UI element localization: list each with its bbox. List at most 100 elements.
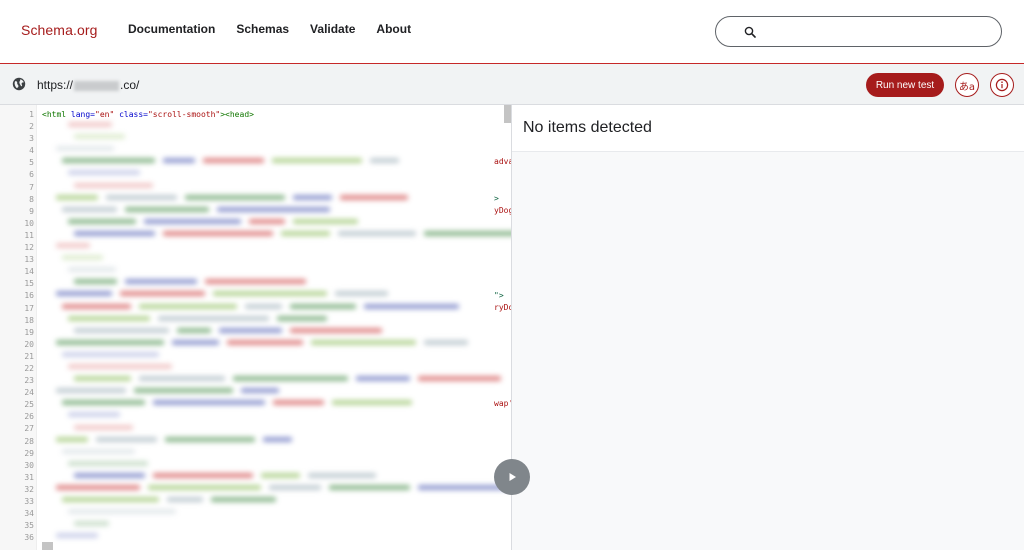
line-number: 36 — [24, 533, 34, 543]
blurred-code-segment — [335, 291, 388, 297]
blurred-code-segment — [227, 339, 303, 345]
run-new-test-button[interactable]: Run new test — [866, 73, 944, 97]
blurred-code-segment — [213, 291, 327, 297]
blurred-code-segment — [424, 339, 468, 345]
search-input[interactable] — [766, 22, 990, 44]
blurred-code-segment — [219, 327, 282, 333]
blurred-code-segment — [56, 146, 114, 152]
blurred-code-segment — [62, 400, 145, 406]
line-number: 1 — [29, 110, 34, 119]
search-icon — [744, 26, 756, 38]
blurred-code-segment — [56, 533, 98, 539]
line-number: 5 — [29, 158, 34, 168]
blurred-code-segment — [211, 497, 276, 503]
blurred-code-segment — [74, 472, 145, 478]
line-number: 12 — [24, 243, 34, 253]
blurred-code-segment — [74, 230, 155, 236]
schema-org-logo[interactable]: Schema.org — [21, 22, 97, 38]
blurred-code-segment — [217, 206, 330, 212]
blurred-code-segment — [290, 303, 356, 309]
vertical-scrollbar[interactable] — [504, 105, 511, 123]
line-number: 27 — [24, 424, 34, 434]
blurred-code-segment — [338, 230, 416, 236]
nav-about[interactable]: About — [376, 22, 411, 36]
blurred-code-segment — [68, 218, 136, 224]
line-number: 19 — [24, 327, 34, 337]
nav-documentation[interactable]: Documentation — [128, 22, 215, 36]
line-number: 8 — [29, 194, 34, 204]
blurred-code-segment — [153, 400, 265, 406]
main-nav: Documentation Schemas Validate About — [128, 22, 411, 36]
url-suffix: .co/ — [120, 78, 140, 92]
blurred-code-segment — [139, 376, 225, 382]
blurred-code-segment — [153, 472, 253, 478]
url-bar: https:// .co/ Run new test あa — [0, 64, 1024, 105]
nav-schemas[interactable]: Schemas — [236, 22, 289, 36]
blurred-code-segment — [364, 303, 459, 309]
blurred-code-segment — [424, 230, 511, 236]
run-code-button[interactable] — [494, 459, 530, 495]
blurred-code-segment — [293, 194, 332, 200]
line-number: 34 — [24, 509, 34, 519]
blurred-code-segment — [418, 376, 501, 382]
blurred-code-segment — [139, 303, 237, 309]
blurred-code-segment — [293, 218, 358, 224]
redacted-domain — [74, 80, 120, 91]
nav-validate[interactable]: Validate — [310, 22, 355, 36]
line-number: 18 — [24, 315, 34, 325]
line-number: 31 — [24, 472, 34, 482]
info-button[interactable] — [990, 73, 1014, 97]
blurred-code-segment — [281, 230, 330, 236]
search-box[interactable] — [715, 16, 1002, 47]
blurred-code-segment — [56, 436, 88, 442]
blurred-code-segment — [329, 485, 410, 490]
code-edge-fragment: > — [494, 193, 499, 203]
blurred-code-segment — [205, 279, 306, 285]
line-number: 3 — [29, 134, 34, 144]
results-header: No items detected — [512, 105, 1024, 152]
results-title: No items detected — [523, 119, 652, 136]
blurred-code-segment — [233, 376, 348, 382]
blurred-code-segment — [158, 315, 269, 321]
blurred-code-segment — [167, 497, 203, 503]
blurred-code-segment — [62, 303, 131, 309]
line-number: 23 — [24, 376, 34, 386]
blurred-code-segment — [148, 485, 261, 490]
blurred-code-segment — [125, 279, 197, 285]
code-edge-fragment: "> — [494, 290, 504, 300]
blurred-code-segment — [74, 424, 133, 430]
blurred-code-segment — [68, 170, 140, 176]
blurred-code-segment — [163, 158, 195, 164]
code-edge-fragment: yDog — [494, 205, 512, 215]
blurred-code-segment — [74, 182, 153, 188]
line-number: 16 — [24, 291, 34, 301]
blurred-code-segment — [120, 291, 205, 297]
line-number-gutter: 1 2 3 4 5 6 7 8 9 10 11 12 13 14 15 16 17 18 19 20 21 22 23 24 2… — [0, 105, 37, 550]
blurred-code-segment — [134, 388, 233, 394]
line-number: 7 — [29, 182, 34, 192]
line-number: 29 — [24, 448, 34, 458]
blurred-source-code — [56, 121, 511, 550]
horizontal-scrollbar[interactable] — [42, 542, 53, 550]
blurred-code-segment — [163, 230, 273, 236]
code-edge-fragment: adva — [494, 157, 512, 167]
blurred-code-segment — [165, 436, 255, 442]
blurred-code-segment — [311, 339, 416, 345]
code-editor[interactable]: 1 2 3 4 5 6 7 8 9 10 11 12 13 14 15 16 17 18 19 20 21 22 23 24 2… — [0, 105, 512, 550]
blurred-code-segment — [62, 206, 117, 212]
blurred-code-segment — [68, 315, 150, 321]
language-button[interactable]: あa — [955, 73, 979, 97]
blurred-code-segment — [261, 472, 300, 478]
blurred-code-segment — [177, 327, 211, 333]
blurred-code-segment — [56, 194, 98, 200]
line-number: 33 — [24, 497, 34, 506]
line-number: 22 — [24, 363, 34, 373]
blurred-code-segment — [245, 303, 282, 309]
blurred-code-segment — [68, 460, 148, 466]
blurred-code-segment — [68, 122, 112, 127]
line-number: 32 — [24, 484, 34, 494]
language-icon: あa — [958, 81, 976, 93]
blurred-code-segment — [62, 351, 159, 357]
line-number: 10 — [24, 218, 34, 228]
line-number: 30 — [24, 460, 34, 470]
